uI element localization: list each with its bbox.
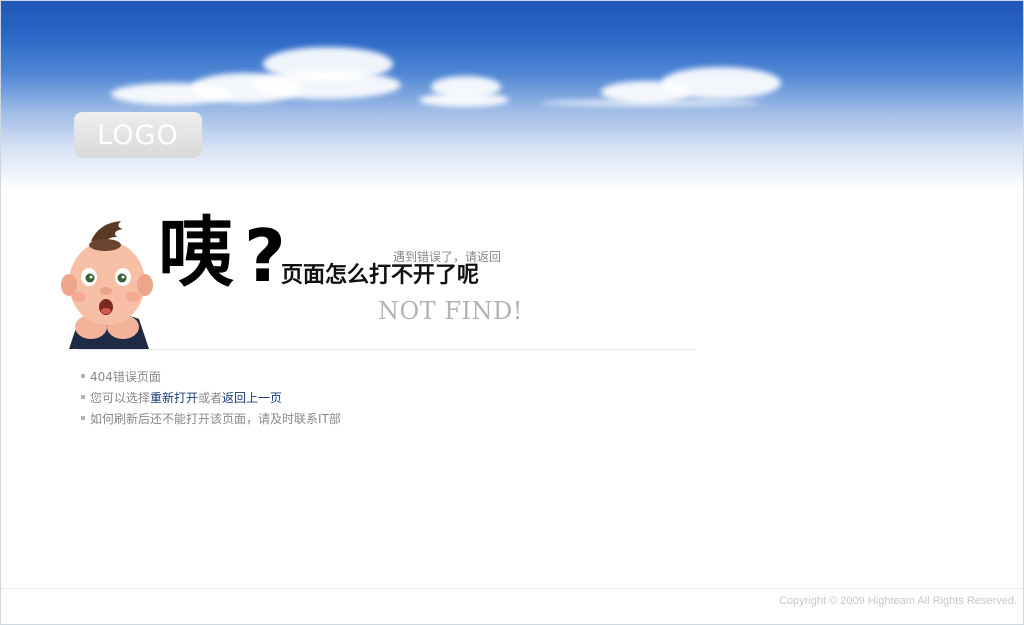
page-frame: LOGO 咦 ? 遇到错误了，请返回 页面怎么打不开了呢 NOT FIND! 4… bbox=[0, 0, 1024, 625]
go-back-link[interactable]: 返回上一页 bbox=[222, 391, 282, 405]
content-divider bbox=[79, 349, 696, 350]
headline-exclamation: 咦 bbox=[158, 208, 234, 297]
footer-divider bbox=[1, 588, 1023, 589]
bullet-icon bbox=[81, 373, 85, 378]
copyright-text: Copyright © 2009 Highteam All Rights Res… bbox=[779, 595, 1017, 607]
message-text: 404错误页面 bbox=[90, 370, 161, 384]
cloud bbox=[251, 71, 401, 99]
list-item: 您可以选择重新打开或者返回上一页 bbox=[81, 388, 341, 409]
cloud bbox=[541, 99, 761, 107]
headline-subtitle: 页面怎么打不开了呢 bbox=[281, 263, 480, 288]
cloud bbox=[419, 93, 509, 107]
message-text: 您可以选择 bbox=[90, 391, 151, 405]
bullet-icon bbox=[81, 415, 85, 420]
bullet-icon bbox=[81, 394, 85, 399]
message-list: 404错误页面 您可以选择重新打开或者返回上一页 如何刷新后还不能打开该页面，请… bbox=[81, 367, 341, 430]
logo-text: LOGO bbox=[97, 119, 179, 151]
cloud bbox=[661, 67, 781, 99]
list-item: 如何刷新后还不能打开该页面，请及时联系IT部 bbox=[81, 409, 341, 430]
headline-question-mark: ? bbox=[244, 214, 286, 298]
baby-illustration bbox=[61, 221, 153, 349]
list-item: 404错误页面 bbox=[81, 367, 341, 388]
sky-header-banner: LOGO bbox=[1, 1, 1023, 191]
reopen-link[interactable]: 重新打开 bbox=[150, 391, 198, 405]
message-text: 如何刷新后还不能打开该页面，请及时联系IT部 bbox=[90, 412, 341, 426]
not-find-label: NOT FIND! bbox=[378, 297, 523, 325]
message-text: 或者 bbox=[198, 391, 223, 405]
logo[interactable]: LOGO bbox=[74, 112, 202, 158]
